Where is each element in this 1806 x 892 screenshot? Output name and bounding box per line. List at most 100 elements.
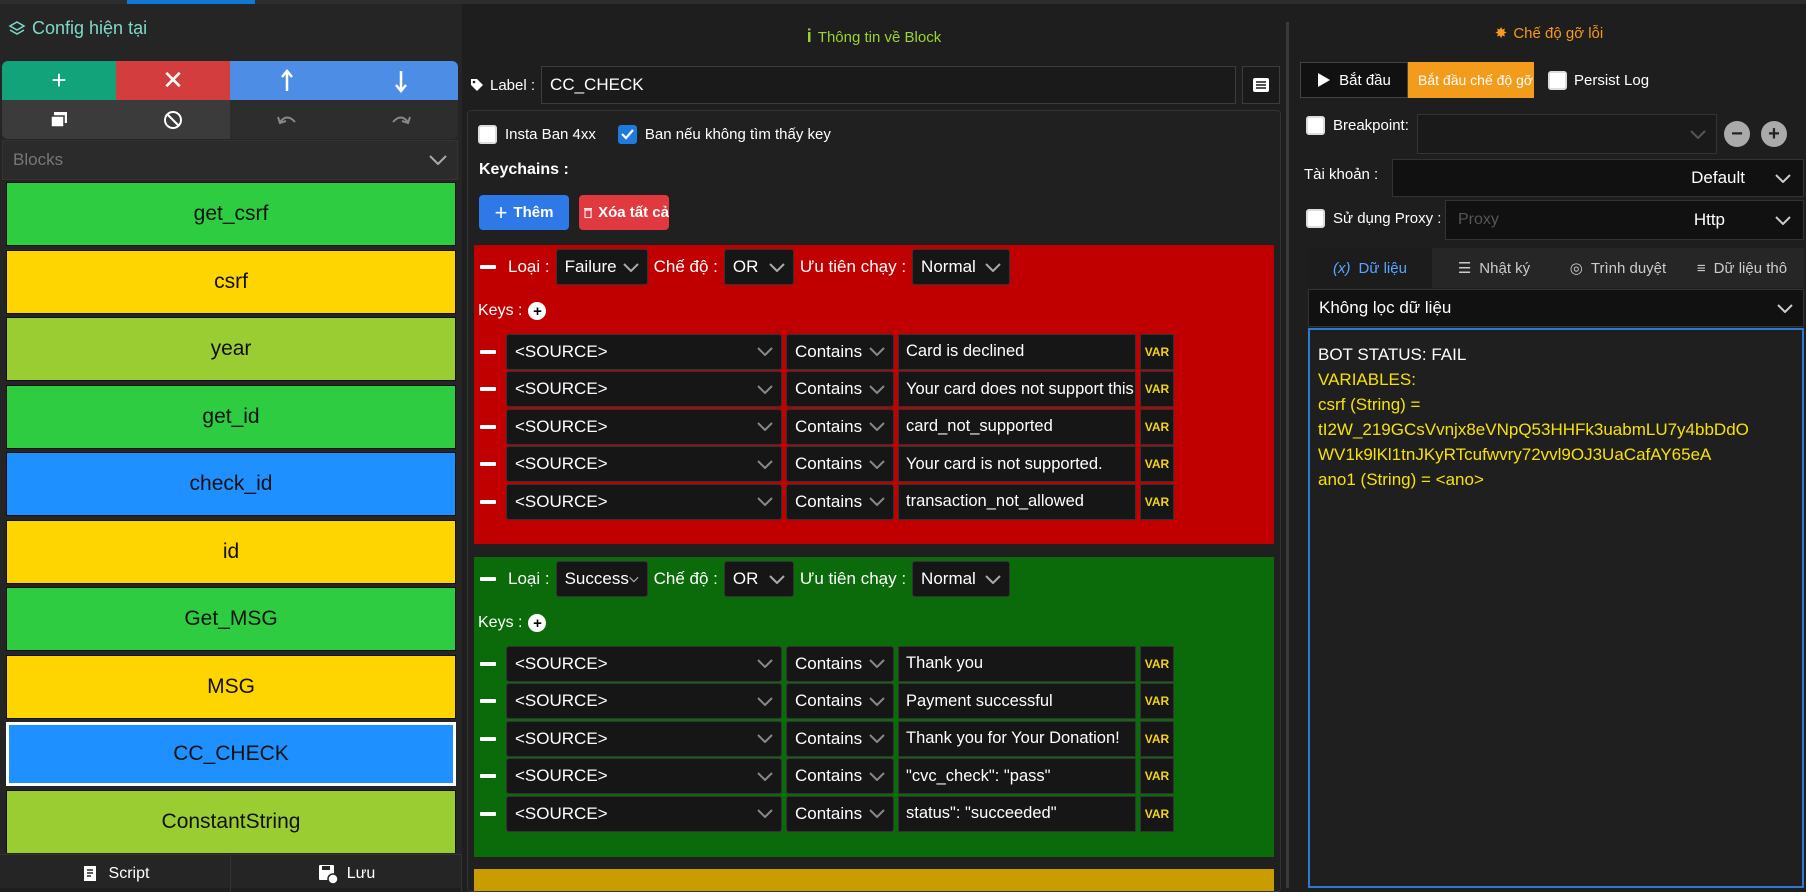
- key-value-input[interactable]: status": "succeeded": [898, 795, 1136, 832]
- label-input[interactable]: CC_CHECK: [541, 66, 1237, 104]
- key-value-input[interactable]: transaction_not_allowed: [898, 483, 1136, 520]
- proxy-option[interactable]: Sử dụng Proxy :: [1306, 209, 1441, 228]
- account-select[interactable]: Default: [1392, 159, 1804, 197]
- disable-block-button[interactable]: [116, 100, 230, 139]
- block-item[interactable]: csrf: [6, 249, 456, 314]
- start-button[interactable]: Bắt đầu: [1300, 62, 1408, 98]
- undo-button[interactable]: [230, 100, 344, 139]
- remove-key-button[interactable]: [480, 462, 496, 467]
- var-button[interactable]: VAR: [1140, 720, 1174, 757]
- tab-raw[interactable]: ≡ Dữ liệu thô: [1680, 248, 1804, 288]
- tab-data[interactable]: (x) Dữ liệu: [1308, 248, 1432, 288]
- key-value-input[interactable]: Your card does not support this ty: [898, 371, 1136, 408]
- persist-log-option[interactable]: Persist Log: [1548, 70, 1649, 90]
- remove-key-button[interactable]: [480, 774, 496, 779]
- remove-key-button[interactable]: [480, 499, 496, 504]
- clone-block-button[interactable]: [2, 100, 116, 139]
- var-button[interactable]: VAR: [1140, 683, 1174, 720]
- condition-select[interactable]: Contains: [786, 408, 894, 445]
- persist-log-checkbox[interactable]: [1548, 70, 1567, 90]
- var-button[interactable]: VAR: [1140, 645, 1174, 682]
- block-item[interactable]: ConstantString: [6, 789, 456, 853]
- condition-select[interactable]: Contains: [786, 758, 894, 795]
- condition-select[interactable]: Contains: [786, 446, 894, 483]
- condition-select[interactable]: Contains: [786, 483, 894, 520]
- block-item[interactable]: MSG: [6, 654, 456, 719]
- type-select[interactable]: Success: [555, 561, 648, 597]
- mode-select[interactable]: OR: [723, 249, 794, 285]
- breakpoint-checkbox[interactable]: [1306, 116, 1325, 135]
- proxy-type-select[interactable]: Http: [1694, 210, 1791, 230]
- remove-keychain-button[interactable]: [480, 265, 496, 269]
- start-debug-button[interactable]: Bắt đầu chế độ gỡ lỗi: [1408, 62, 1534, 98]
- priority-select[interactable]: Normal: [912, 249, 1011, 285]
- var-button[interactable]: VAR: [1140, 795, 1174, 832]
- priority-select[interactable]: Normal: [912, 561, 1011, 597]
- clear-all-button[interactable]: Xóa tất cả: [579, 195, 669, 230]
- var-button[interactable]: VAR: [1140, 758, 1174, 795]
- source-select[interactable]: <SOURCE>: [506, 720, 782, 757]
- move-down-button[interactable]: [344, 61, 458, 100]
- add-key-button[interactable]: +: [528, 302, 547, 320]
- ban-no-key-checkbox[interactable]: [617, 125, 637, 144]
- source-select[interactable]: <SOURCE>: [506, 333, 782, 370]
- proxy-input[interactable]: Proxy Http: [1445, 200, 1804, 240]
- var-button[interactable]: VAR: [1140, 333, 1174, 370]
- add-keychain-button[interactable]: + Thêm: [479, 195, 569, 230]
- condition-select[interactable]: Contains: [786, 683, 894, 720]
- key-value-input[interactable]: card_not_supported: [898, 408, 1136, 445]
- source-select[interactable]: <SOURCE>: [506, 446, 782, 483]
- key-value-input[interactable]: Thank you for Your Donation!: [898, 720, 1136, 757]
- script-button[interactable]: Script: [0, 855, 231, 892]
- var-button[interactable]: VAR: [1140, 483, 1174, 520]
- source-select[interactable]: <SOURCE>: [506, 645, 782, 682]
- var-button[interactable]: VAR: [1140, 371, 1174, 408]
- tab-log[interactable]: ☰ Nhật ký: [1432, 248, 1556, 288]
- delete-block-button[interactable]: ✕: [116, 61, 230, 100]
- remove-key-button[interactable]: [480, 699, 496, 704]
- condition-select[interactable]: Contains: [786, 720, 894, 757]
- block-item[interactable]: check_id: [6, 452, 456, 516]
- ban-no-key-option[interactable]: Ban nếu không tìm thấy key: [617, 125, 831, 144]
- move-up-button[interactable]: [230, 61, 344, 100]
- block-item[interactable]: get_id: [6, 384, 456, 449]
- condition-select[interactable]: Contains: [786, 333, 894, 370]
- mode-select[interactable]: OR: [723, 561, 794, 597]
- source-select[interactable]: <SOURCE>: [506, 371, 782, 408]
- insta-ban-checkbox[interactable]: [478, 125, 497, 144]
- add-block-button[interactable]: +: [2, 61, 116, 100]
- remove-key-button[interactable]: [480, 387, 496, 392]
- remove-key-button[interactable]: [480, 736, 496, 741]
- key-value-input[interactable]: "cvc_check": "pass": [898, 758, 1136, 795]
- condition-select[interactable]: Contains: [786, 645, 894, 682]
- panel-splitter[interactable]: [1286, 22, 1289, 888]
- remove-key-button[interactable]: [480, 424, 496, 429]
- breakpoint-select[interactable]: [1417, 114, 1717, 154]
- remove-key-button[interactable]: [480, 661, 496, 666]
- remove-key-button[interactable]: [480, 349, 496, 354]
- data-filter-select[interactable]: Không lọc dữ liệu: [1308, 289, 1804, 327]
- var-button[interactable]: VAR: [1140, 446, 1174, 483]
- proxy-checkbox[interactable]: [1306, 209, 1325, 228]
- key-value-input[interactable]: Thank you: [898, 645, 1136, 682]
- debug-output[interactable]: BOT STATUS: FAIL VARIABLES: csrf (String) …: [1308, 328, 1804, 888]
- block-item[interactable]: Get_MSG: [6, 587, 456, 651]
- breakpoint-option[interactable]: Breakpoint:: [1306, 116, 1409, 135]
- remove-breakpoint-button[interactable]: −: [1724, 121, 1750, 147]
- condition-select[interactable]: Contains: [786, 371, 894, 408]
- source-select[interactable]: <SOURCE>: [506, 408, 782, 445]
- save-button[interactable]: Lưu: [231, 855, 462, 892]
- key-value-input[interactable]: Your card is not supported.: [898, 446, 1136, 483]
- source-select[interactable]: <SOURCE>: [506, 683, 782, 720]
- add-breakpoint-button[interactable]: +: [1761, 121, 1787, 147]
- block-item[interactable]: CC_CHECK: [6, 722, 456, 786]
- source-select[interactable]: <SOURCE>: [506, 795, 782, 832]
- redo-button[interactable]: [344, 100, 458, 139]
- condition-select[interactable]: Contains: [786, 795, 894, 832]
- tab-browser[interactable]: ◎ Trình duyệt: [1556, 248, 1680, 288]
- block-item[interactable]: year: [6, 317, 456, 381]
- label-menu-button[interactable]: [1242, 66, 1281, 104]
- block-item[interactable]: get_csrf: [6, 182, 456, 246]
- add-key-button[interactable]: +: [528, 614, 547, 632]
- remove-key-button[interactable]: [480, 811, 496, 816]
